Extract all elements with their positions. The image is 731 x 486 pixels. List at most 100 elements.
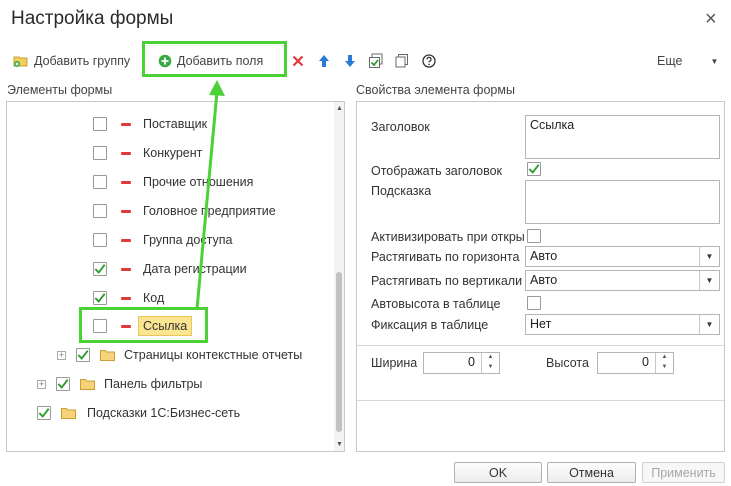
folder-icon [80,378,96,390]
add-fields-label: Добавить поля [177,54,264,68]
autoheight-checkbox[interactable] [527,296,541,310]
activate-checkbox[interactable] [527,229,541,243]
tree-item-link[interactable]: Ссылка [93,315,193,337]
scroll-down-icon[interactable]: ▼ [336,441,343,448]
divider [357,345,724,346]
ok-button[interactable]: OK [454,462,542,483]
spin-up-icon[interactable]: ▲ [482,353,499,363]
stretch-vertical-label: Растягивать по вертикали [371,274,523,288]
divider [357,400,724,401]
stretch-vertical-value: Авто [530,273,558,287]
spin-up-icon[interactable]: ▲ [656,353,673,363]
form-elements-tree[interactable]: Поставщик Конкурент Прочие отношения Гол… [6,101,345,452]
title-label: Заголовок [371,120,430,134]
tree-item-head-company[interactable]: Головное предприятие [93,200,276,222]
stretch-horizontal-value: Авто [530,249,558,263]
checkbox[interactable] [93,233,107,247]
tree-item-filter-panel[interactable]: + Панель фильтры [37,373,202,395]
checkbox-checked[interactable] [93,291,107,305]
tree-item-label: Конкурент [143,146,203,160]
tree-item-label: Группа доступа [143,233,233,247]
chevron-down-icon[interactable]: ▼ [699,315,719,334]
scroll-thumb[interactable] [336,272,342,432]
checkbox[interactable] [93,204,107,218]
stretch-horizontal-label: Растягивать по горизонта [371,250,520,264]
folder-add-icon [13,54,29,68]
width-spinner[interactable]: ▲ ▼ [481,353,499,373]
fixing-select[interactable]: Нет ▼ [525,314,720,335]
expand-plus-icon[interactable]: + [57,350,66,360]
tree-scrollbar[interactable]: ▲ ▼ [334,102,344,451]
delete-icon[interactable] [289,52,307,70]
hint-field[interactable] [525,180,720,224]
checkbox[interactable] [93,175,107,189]
more-button[interactable]: Еще ▼ [657,48,718,74]
chevron-down-icon: ▼ [710,56,719,66]
form-element-properties-header: Свойства элемента формы [356,83,515,97]
cancel-button[interactable]: Отмена [547,462,636,483]
checkbox-checked[interactable] [93,262,107,276]
scroll-up-icon[interactable]: ▲ [336,105,343,112]
field-minus-icon [121,180,131,184]
field-minus-icon [121,324,131,328]
tree-item-business-network-hints[interactable]: Подсказки 1С:Бизнес-сеть [37,402,240,424]
tree-item-supplier[interactable]: Поставщик [93,113,207,135]
tree-item-code[interactable]: Код [93,287,164,309]
height-value: 0 [642,355,649,369]
tree-item-label: Дата регистрации [143,262,247,276]
tree-item-label: Панель фильтры [104,377,203,391]
checkbox-checked[interactable] [76,348,90,362]
tree-item-label: Страницы контекстные отчеты [124,348,303,362]
help-icon[interactable] [420,52,438,70]
field-minus-icon [121,296,131,300]
apply-button[interactable]: Применить [642,462,725,483]
tree-item-access-group[interactable]: Группа доступа [93,229,232,251]
folder-icon [100,349,116,361]
show-title-label: Отображать заголовок [371,164,503,178]
tree-item-label: Прочие отношения [143,175,254,189]
add-fields-button[interactable]: Добавить поля [158,48,263,74]
uncheck-all-icon[interactable] [393,52,411,70]
stretch-horizontal-select[interactable]: Авто ▼ [525,246,720,267]
height-spinner[interactable]: ▲ ▼ [655,353,673,373]
width-value: 0 [468,355,475,369]
tree-item-context-reports[interactable]: + Страницы контекстные отчеты [57,344,302,366]
properties-panel: Заголовок Ссылка Отображать заголовок По… [356,101,725,452]
plus-circle-icon [158,54,172,68]
arrow-down-icon[interactable] [341,52,359,70]
add-group-button[interactable]: Добавить группу [13,48,130,74]
height-field[interactable]: 0 ▲ ▼ [597,352,674,374]
width-field[interactable]: 0 ▲ ▼ [423,352,500,374]
fixing-label: Фиксация в таблице [371,318,489,332]
tree-item-label: Головное предприятие [143,204,276,218]
tree-item-competitor[interactable]: Конкурент [93,142,202,164]
hint-label: Подсказка [371,184,432,198]
autoheight-label: Автовысота в таблице [371,297,501,311]
tree-item-label: Поставщик [143,117,208,131]
fixing-value: Нет [530,317,552,331]
expand-plus-icon[interactable]: + [37,379,46,389]
tree-item-other-relations[interactable]: Прочие отношения [93,171,253,193]
field-minus-icon [121,151,131,155]
stretch-vertical-select[interactable]: Авто ▼ [525,270,720,291]
form-elements-header: Элементы формы [7,83,113,97]
checkbox[interactable] [93,319,107,333]
height-label: Высота [546,356,589,370]
title-field[interactable]: Ссылка [525,115,720,159]
close-icon[interactable]: × [705,8,717,30]
chevron-down-icon[interactable]: ▼ [699,247,719,266]
chevron-down-icon[interactable]: ▼ [699,271,719,290]
checkbox-checked[interactable] [56,377,70,391]
field-minus-icon [121,267,131,271]
check-all-icon[interactable] [367,52,385,70]
spin-down-icon[interactable]: ▼ [656,363,673,373]
checkbox[interactable] [93,117,107,131]
show-title-checkbox[interactable] [527,162,541,176]
width-label: Ширина [371,356,418,370]
spin-down-icon[interactable]: ▼ [482,363,499,373]
tree-item-registration-date[interactable]: Дата регистрации [93,258,247,280]
add-group-label: Добавить группу [34,54,131,68]
arrow-up-icon[interactable] [315,52,333,70]
checkbox-checked[interactable] [37,406,51,420]
checkbox[interactable] [93,146,107,160]
